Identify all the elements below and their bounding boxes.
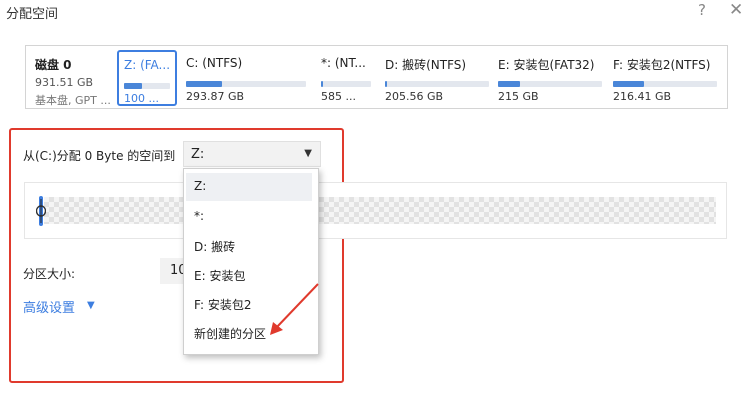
partition-name: C: (NTFS) (186, 56, 243, 70)
partition-slider-area (24, 182, 727, 239)
dropdown-option-star[interactable]: *: (186, 203, 312, 231)
partition-size: 215 GB (498, 90, 539, 103)
partition-usage-fill (186, 81, 222, 87)
dropdown-option-label: 新创建的分区 (194, 327, 267, 341)
partition-usage-bar (321, 81, 371, 87)
partition-name: *: (NT... (321, 56, 366, 70)
partition-size: 293.87 GB (186, 90, 245, 103)
chevron-down-icon: ▼ (304, 148, 312, 159)
allocate-label: 从(C:)分配 0 Byte 的空间到 (23, 149, 176, 163)
partition-size: 205.56 GB (385, 90, 444, 103)
partition-usage-fill (613, 81, 645, 87)
partition-name: F: 安装包2(NTFS) (613, 58, 711, 72)
slider-handle-icon[interactable] (36, 196, 46, 226)
partition-tile-f[interactable]: F: 安装包2(NTFS) 216.41 GB (608, 50, 726, 106)
chevron-down-icon[interactable]: ▼ (87, 300, 95, 311)
dropdown-option-label: *: (194, 209, 205, 223)
disk-type: 基本盘, GPT ... (35, 94, 111, 107)
disk-capacity: 931.51 GB (35, 76, 94, 89)
dropdown-option-f[interactable]: F: 安装包2 (186, 290, 312, 318)
dropdown-option-d[interactable]: D: 搬砖 (186, 232, 312, 260)
partition-usage-fill (321, 81, 323, 87)
dropdown-option-label: Z: (194, 179, 207, 193)
partition-usage-bar (385, 81, 489, 87)
title-bar: 分配空间 ? ✕ (0, 0, 752, 24)
partition-size: 100 ... (124, 92, 159, 105)
partition-size: 585 ... (321, 90, 356, 103)
partition-tile-d[interactable]: D: 搬砖(NTFS) 205.56 GB (380, 50, 492, 106)
target-partition-value: Z: (191, 147, 205, 162)
dropdown-option-z[interactable]: Z: (186, 173, 312, 201)
partition-tile-c[interactable]: C: (NTFS) 293.87 GB (181, 50, 311, 106)
partition-usage-fill (124, 83, 143, 89)
disk-map: 磁盘 0 931.51 GB 基本盘, GPT ... Z: (FA... 10… (25, 45, 728, 109)
dropdown-option-label: D: 搬砖 (194, 240, 236, 254)
partition-tile-star[interactable]: *: (NT... 585 ... (316, 50, 378, 106)
partition-tile-z[interactable]: Z: (FA... 100 ... (117, 50, 177, 106)
disk-0-tile[interactable]: 磁盘 0 931.51 GB 基本盘, GPT ... (30, 50, 115, 107)
partition-usage-fill (385, 81, 388, 87)
disk-name: 磁盘 0 (35, 58, 72, 72)
partition-usage-fill (498, 81, 520, 87)
help-icon[interactable]: ? (698, 1, 706, 19)
partition-usage-bar (124, 83, 170, 89)
close-icon[interactable]: ✕ (729, 0, 743, 20)
dropdown-option-label: F: 安装包2 (194, 298, 252, 312)
target-partition-dropdown: Z: *: D: 搬砖 E: 安装包 F: 安装包2 新创建的分区 (183, 168, 319, 355)
partition-tile-e[interactable]: E: 安装包(FAT32) 215 GB (493, 50, 607, 106)
window-title: 分配空间 (6, 7, 59, 22)
dropdown-option-new-partition[interactable]: 新创建的分区 (186, 319, 312, 347)
target-partition-select[interactable]: Z: ▼ (183, 141, 321, 167)
partition-usage-bar (186, 81, 306, 87)
partition-slider-track[interactable] (44, 197, 716, 224)
dropdown-option-label: E: 安装包 (194, 269, 246, 283)
advanced-settings-link[interactable]: 高级设置 (23, 297, 75, 316)
partition-name: E: 安装包(FAT32) (498, 58, 595, 72)
partition-usage-bar (613, 81, 717, 87)
partition-name: D: 搬砖(NTFS) (385, 58, 467, 72)
partition-usage-bar (498, 81, 602, 87)
partition-size: 216.41 GB (613, 90, 672, 103)
partition-size-label: 分区大小: (23, 267, 76, 281)
dropdown-option-e[interactable]: E: 安装包 (186, 261, 312, 289)
partition-name: Z: (FA... (124, 58, 171, 72)
